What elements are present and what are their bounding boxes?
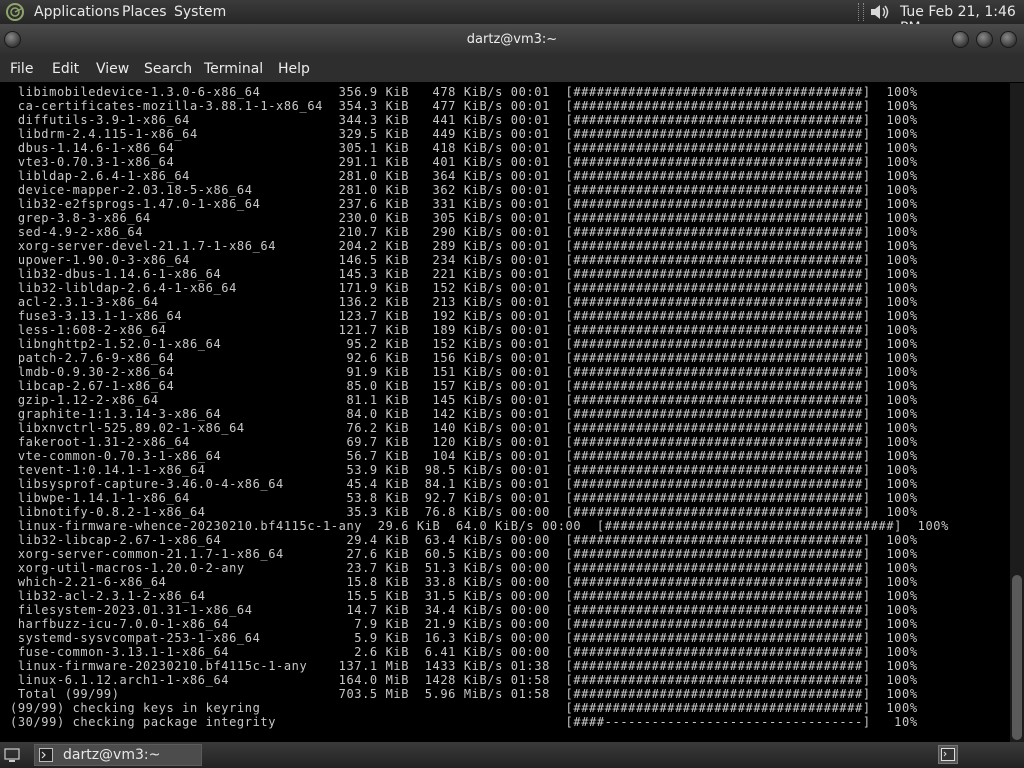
terminal-icon	[39, 748, 53, 762]
window-titlebar[interactable]: dartz@vm3:~	[0, 24, 1024, 56]
terminal-line: libnotify-0.8.2-1-x86_64 35.3 KiB 76.8 K…	[10, 505, 918, 519]
terminal-line: systemd-sysvcompat-253-1-x86_64 5.9 KiB …	[10, 631, 918, 645]
terminal-line: device-mapper-2.03.18-5-x86_64 281.0 KiB…	[10, 183, 918, 197]
terminal-text: libimobiledevice-1.3.0-6-x86_64 356.9 Ki…	[0, 83, 1010, 729]
volume-icon[interactable]	[868, 3, 892, 21]
terminal-line: acl-2.3.1-3-x86_64 136.2 KiB 213 KiB/s 0…	[10, 295, 918, 309]
distro-logo-icon[interactable]	[5, 2, 25, 22]
terminal-output[interactable]: libimobiledevice-1.3.0-6-x86_64 356.9 Ki…	[0, 83, 1010, 742]
menu-view[interactable]: View	[96, 61, 129, 77]
menu-file[interactable]: File	[10, 61, 33, 77]
workspace-switcher[interactable]	[938, 745, 958, 764]
menu-help[interactable]: Help	[278, 61, 310, 77]
terminal-line: graphite-1:1.3.14-3-x86_64 84.0 KiB 142 …	[10, 407, 918, 421]
show-desktop-icon[interactable]	[4, 747, 20, 763]
terminal-line: vte3-0.70.3-1-x86_64 291.1 KiB 401 KiB/s…	[10, 155, 918, 169]
workspace-window-icon	[941, 748, 955, 761]
terminal-line: grep-3.8-3-x86_64 230.0 KiB 305 KiB/s 00…	[10, 211, 918, 225]
terminal-line: libnghttp2-1.52.0-1-x86_64 95.2 KiB 152 …	[10, 337, 918, 351]
terminal-line: xorg-server-devel-21.1.7-1-x86_64 204.2 …	[10, 239, 918, 253]
terminal-line: vte-common-0.70.3-1-x86_64 56.7 KiB 104 …	[10, 449, 918, 463]
scrollbar-thumb[interactable]	[1012, 575, 1022, 740]
terminal-line: linux-6.1.12.arch1-1-x86_64 164.0 MiB 14…	[10, 673, 918, 687]
system-menu[interactable]: System	[174, 4, 226, 20]
terminal-line: fakeroot-1.31-2-x86_64 69.7 KiB 120 KiB/…	[10, 435, 918, 449]
terminal-line: libsysprof-capture-3.46.0-4-x86_64 45.4 …	[10, 477, 918, 491]
terminal-line: dbus-1.14.6-1-x86_64 305.1 KiB 418 KiB/s…	[10, 141, 918, 155]
terminal-line: (30/99) checking package integrity [####…	[10, 715, 918, 729]
menu-terminal[interactable]: Terminal	[204, 61, 263, 77]
terminal-line: (99/99) checking keys in keyring [######…	[10, 701, 918, 715]
terminal-line: ca-certificates-mozilla-3.88.1-1-x86_64 …	[10, 99, 918, 113]
terminal-line: filesystem-2023.01.31-1-x86_64 14.7 KiB …	[10, 603, 918, 617]
close-button[interactable]	[1000, 31, 1017, 48]
terminal-line: lib32-libldap-2.6.4-1-x86_64 171.9 KiB 1…	[10, 281, 918, 295]
maximize-button[interactable]	[976, 31, 993, 48]
terminal-line: libxnvctrl-525.89.02-1-x86_64 76.2 KiB 1…	[10, 421, 918, 435]
terminal-line: libcap-2.67-1-x86_64 85.0 KiB 157 KiB/s …	[10, 379, 918, 393]
terminal-line: upower-1.90.0-3-x86_64 146.5 KiB 234 KiB…	[10, 253, 918, 267]
taskbar-window-label: dartz@vm3:~	[63, 747, 161, 763]
bottom-panel: dartz@vm3:~	[0, 742, 1024, 768]
terminal-line: libdrm-2.4.115-1-x86_64 329.5 KiB 449 Ki…	[10, 127, 918, 141]
terminal-line: xorg-util-macros-1.20.0-2-any 23.7 KiB 5…	[10, 561, 918, 575]
terminal-line: libwpe-1.14.1-1-x86_64 53.8 KiB 92.7 KiB…	[10, 491, 918, 505]
terminal-line: Total (99/99) 703.5 MiB 5.96 MiB/s 01:58…	[10, 687, 918, 701]
taskbar-window-button[interactable]: dartz@vm3:~	[34, 744, 202, 766]
panel-separator	[858, 3, 864, 21]
terminal-line: libimobiledevice-1.3.0-6-x86_64 356.9 Ki…	[10, 85, 918, 99]
terminal-line: linux-firmware-20230210.bf4115c-1-any 13…	[10, 659, 918, 673]
menu-search[interactable]: Search	[144, 61, 192, 77]
window-title: dartz@vm3:~	[466, 32, 558, 47]
terminal-line: sed-4.9-2-x86_64 210.7 KiB 290 KiB/s 00:…	[10, 225, 918, 239]
terminal-line: xorg-server-common-21.1.7-1-x86_64 27.6 …	[10, 547, 918, 561]
terminal-scrollbar[interactable]	[1010, 83, 1024, 742]
terminal-line: which-2.21-6-x86_64 15.8 KiB 33.8 KiB/s …	[10, 575, 918, 589]
terminal-line: linux-firmware-whence-20230210.bf4115c-1…	[10, 519, 949, 533]
terminal-line: fuse-common-3.13.1-1-x86_64 2.6 KiB 6.41…	[10, 645, 918, 659]
terminal-line: less-1:608-2-x86_64 121.7 KiB 189 KiB/s …	[10, 323, 918, 337]
terminal-line: lib32-dbus-1.14.6-1-x86_64 145.3 KiB 221…	[10, 267, 918, 281]
terminal-menubar: File Edit View Search Terminal Help	[0, 56, 1024, 82]
top-panel: Applications Places System Tue Feb 21, 1…	[0, 0, 1024, 36]
places-menu[interactable]: Places	[122, 4, 167, 20]
terminal-line: lib32-acl-2.3.1-2-x86_64 15.5 KiB 31.5 K…	[10, 589, 918, 603]
terminal-line: tevent-1:0.14.1-1-x86_64 53.9 KiB 98.5 K…	[10, 463, 918, 477]
applications-menu[interactable]: Applications	[34, 4, 120, 20]
terminal-line: patch-2.7.6-9-x86_64 92.6 KiB 156 KiB/s …	[10, 351, 918, 365]
terminal-line: gzip-1.12-2-x86_64 81.1 KiB 145 KiB/s 00…	[10, 393, 918, 407]
terminal-line: lib32-libcap-2.67-1-x86_64 29.4 KiB 63.4…	[10, 533, 918, 547]
terminal-line: libldap-2.6.4-1-x86_64 281.0 KiB 364 KiB…	[10, 169, 918, 183]
terminal-line: diffutils-3.9-1-x86_64 344.3 KiB 441 KiB…	[10, 113, 918, 127]
terminal-line: fuse3-3.13.1-1-x86_64 123.7 KiB 192 KiB/…	[10, 309, 918, 323]
menu-edit[interactable]: Edit	[52, 61, 79, 77]
terminal-line: lmdb-0.9.30-2-x86_64 91.9 KiB 151 KiB/s …	[10, 365, 918, 379]
terminal-line: lib32-e2fsprogs-1.47.0-1-x86_64 237.6 Ki…	[10, 197, 918, 211]
terminal-line: harfbuzz-icu-7.0.0-1-x86_64 7.9 KiB 21.9…	[10, 617, 918, 631]
minimize-button[interactable]	[952, 31, 969, 48]
